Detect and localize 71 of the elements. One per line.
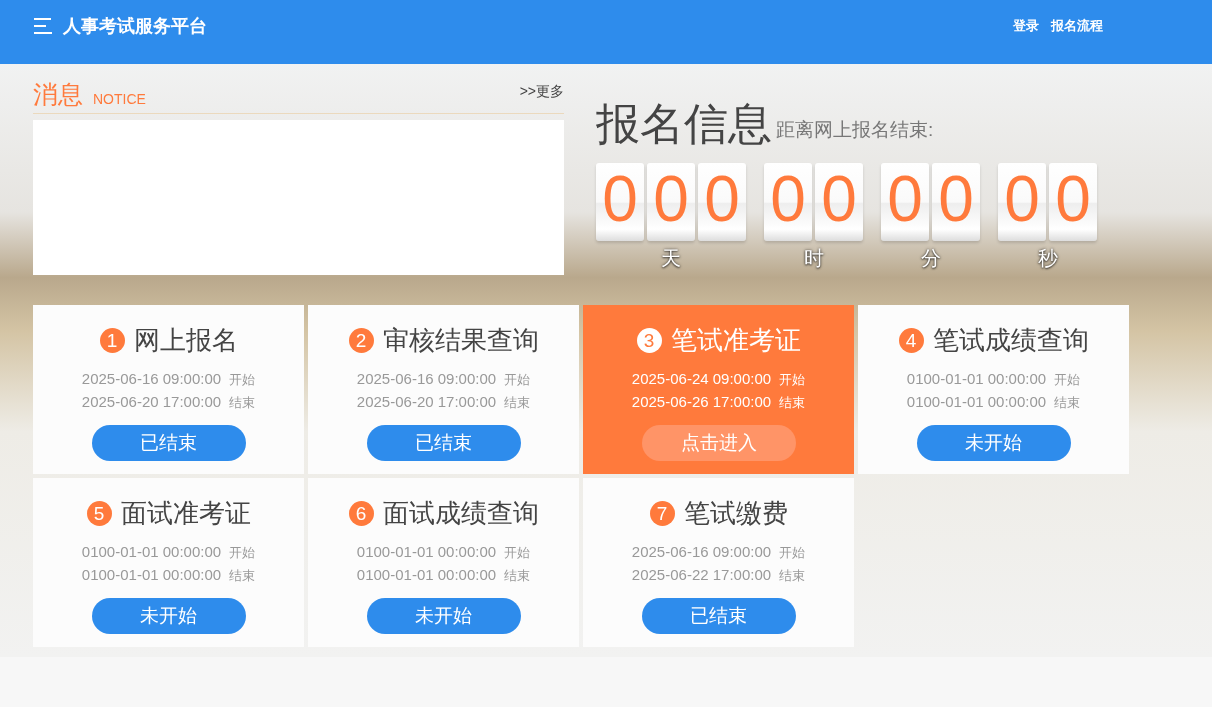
header-link[interactable]: 登录 (1013, 17, 1039, 35)
site-title: 人事考试服务平台 (63, 15, 207, 38)
end-time: 0100-01-01 00:00:00 (81, 566, 222, 583)
start-time: 2025-06-16 09:00:00 (81, 370, 222, 387)
start-label: 开始 (779, 544, 806, 562)
step-button[interactable]: 已结束 (91, 425, 246, 461)
menu-icon[interactable] (33, 16, 53, 36)
notice-title: 消息 (33, 82, 83, 107)
start-label: 开始 (229, 371, 256, 389)
countdown-digit: 0 (764, 163, 812, 241)
step-button[interactable]: 点击进入 (641, 425, 796, 461)
step-button[interactable]: 未开始 (91, 598, 246, 634)
countdown-digit: 0 (932, 163, 980, 241)
step-number: 2 (348, 328, 374, 353)
step-button[interactable]: 未开始 (366, 598, 521, 634)
notice-subtitle: NOTICE (93, 91, 147, 107)
step-title: 网上报名 (133, 324, 238, 357)
end-label: 结束 (779, 567, 806, 585)
step-number: 3 (636, 328, 662, 353)
countdown-digit: 0 (698, 163, 746, 241)
registration-title: 报名信息 (596, 102, 772, 146)
start-label: 开始 (504, 544, 531, 562)
countdown-digit: 0 (815, 163, 863, 241)
end-time: 2025-06-26 17:00:00 (631, 393, 772, 410)
end-time: 2025-06-22 17:00:00 (631, 566, 772, 583)
end-time: 0100-01-01 00:00:00 (906, 393, 1047, 410)
step-number: 1 (99, 328, 125, 353)
start-time: 2025-06-16 09:00:00 (631, 543, 772, 560)
end-label: 结束 (1054, 394, 1081, 412)
countdown-unit: 时 (803, 246, 824, 271)
step-button[interactable]: 未开始 (916, 425, 1071, 461)
countdown-digit: 0 (647, 163, 695, 241)
start-time: 2025-06-24 09:00:00 (631, 370, 772, 387)
end-label: 结束 (504, 394, 531, 412)
header-link[interactable]: 报名流程 (1051, 17, 1103, 35)
end-label: 结束 (229, 394, 256, 412)
more-link[interactable]: >>更多 (519, 83, 564, 101)
step-number: 6 (348, 501, 374, 526)
step-button[interactable]: 已结束 (366, 425, 521, 461)
start-label: 开始 (504, 371, 531, 389)
step-title: 笔试缴费 (683, 497, 788, 530)
start-time: 0100-01-01 00:00:00 (356, 543, 497, 560)
step-title: 笔试成绩查询 (932, 324, 1089, 357)
end-time: 2025-06-20 17:00:00 (356, 393, 497, 410)
start-time: 2025-06-16 09:00:00 (356, 370, 497, 387)
countdown-digit: 0 (596, 163, 644, 241)
start-label: 开始 (1054, 371, 1081, 389)
step-title: 面试准考证 (120, 497, 251, 530)
start-label: 开始 (779, 371, 806, 389)
countdown-digit: 0 (1049, 163, 1097, 241)
end-time: 0100-01-01 00:00:00 (356, 566, 497, 583)
countdown-unit: 秒 (1037, 246, 1058, 271)
step-number: 4 (898, 328, 924, 353)
start-time: 0100-01-01 00:00:00 (81, 543, 222, 560)
countdown-unit: 天 (661, 246, 681, 271)
step-title: 笔试准考证 (670, 324, 801, 357)
end-label: 结束 (504, 567, 531, 585)
registration-subtitle: 距离网上报名结束: (776, 118, 934, 142)
step-button[interactable]: 已结束 (641, 598, 796, 634)
countdown-unit: 分 (920, 246, 941, 271)
step-number: 5 (86, 501, 112, 526)
start-time: 0100-01-01 00:00:00 (906, 370, 1047, 387)
start-label: 开始 (229, 544, 256, 562)
countdown-digit: 0 (998, 163, 1046, 241)
end-label: 结束 (779, 394, 806, 412)
end-label: 结束 (229, 567, 256, 585)
step-title: 审核结果查询 (382, 324, 539, 357)
step-title: 面试成绩查询 (382, 497, 539, 530)
end-time: 2025-06-20 17:00:00 (81, 393, 222, 410)
countdown-digit: 0 (881, 163, 929, 241)
step-number: 7 (649, 501, 675, 526)
